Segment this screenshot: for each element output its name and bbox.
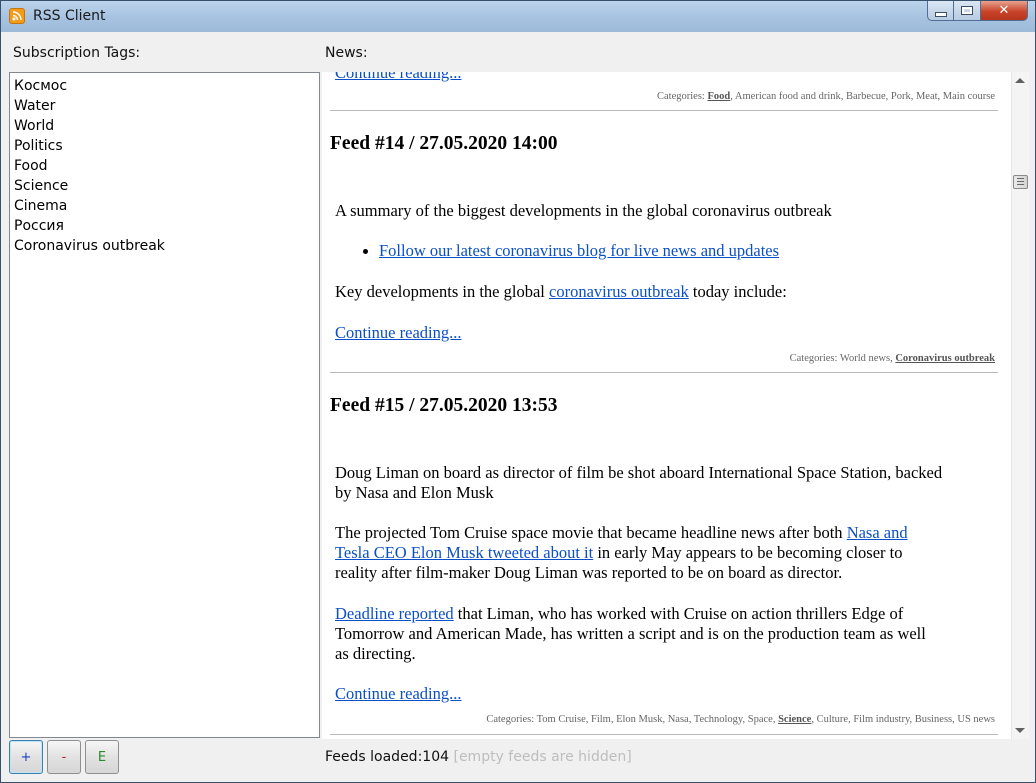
tag-item[interactable]: Россия — [14, 216, 315, 236]
feed-link[interactable]: Tesla CEO Elon Musk tweeted about it — [335, 543, 593, 562]
scrollbar-thumb[interactable] — [1013, 175, 1028, 189]
feeds-loaded-label: Feeds loaded: — [325, 749, 423, 765]
feed-title: Feed #15 / 27.05.2020 13:53 — [330, 395, 558, 416]
maximize-button[interactable] — [954, 1, 981, 21]
continue-reading-link[interactable]: Continue reading... — [335, 72, 461, 83]
categories-text: , Culture, Film industry, Business, US n… — [811, 714, 995, 725]
feed-text: by Nasa and Elon Musk — [335, 483, 494, 502]
feed-text: as directing. — [335, 644, 416, 663]
scroll-down-arrow-icon[interactable] — [1015, 728, 1025, 733]
feed-text: today include: — [692, 282, 787, 301]
categories-label: Categories: — [486, 714, 535, 725]
remove-label: - — [61, 749, 67, 765]
bullet-icon — [363, 247, 371, 255]
feed-categories: Categories: Tom Cruise, Film, Elon Musk,… — [486, 714, 995, 725]
status-bar: Feeds loaded:104 [empty feeds are hidden… — [325, 749, 632, 765]
category-tag[interactable]: Food — [707, 91, 730, 102]
feed-categories: Categories: World news, Coronavirus outb… — [790, 353, 995, 364]
close-icon: ✕ — [998, 3, 1010, 18]
feed-link[interactable]: Follow our latest coronavirus blog for l… — [379, 241, 779, 260]
tag-item[interactable]: World — [14, 116, 315, 136]
minimize-button[interactable] — [927, 1, 954, 21]
feed-separator — [330, 372, 998, 373]
continue-reading-link[interactable]: Continue reading... — [335, 323, 461, 342]
feeds-loaded-count: 104 — [422, 749, 450, 765]
add-label: + — [20, 749, 32, 765]
tag-item[interactable]: Politics — [14, 136, 315, 156]
rss-icon — [9, 8, 25, 24]
tag-item[interactable]: Water — [14, 96, 315, 116]
scroll-up-arrow-icon[interactable] — [1015, 78, 1025, 83]
feed-link[interactable]: Deadline reported — [335, 604, 454, 623]
empty-feeds-note: [empty feeds are hidden] — [453, 749, 632, 765]
tag-item[interactable]: Food — [14, 156, 315, 176]
feed-text: Key developments in the global — [335, 282, 545, 301]
feed-text: reality after film-maker Doug Liman was … — [335, 563, 843, 582]
feed-link[interactable]: Nasa and — [847, 523, 908, 542]
edit-tag-button[interactable]: E — [85, 740, 119, 774]
window-title: RSS Client — [33, 8, 106, 24]
subscription-tags-label: Subscription Tags: — [13, 45, 141, 61]
tag-item[interactable]: Cinema — [14, 196, 315, 216]
edit-label: E — [97, 749, 107, 765]
categories-text: American food and drink, Barbecue, Pork,… — [734, 91, 995, 102]
vertical-scrollbar[interactable] — [1011, 72, 1029, 739]
category-tag[interactable]: Coronavirus outbreak — [895, 353, 995, 364]
continue-reading-link[interactable]: Continue reading... — [335, 684, 461, 703]
feed-text: that Liman, who has worked with Cruise o… — [457, 604, 904, 623]
client-area: Subscription Tags: News: Космос Water Wo… — [8, 32, 1029, 777]
feed-text: Doug Liman on board as director of film … — [335, 463, 943, 482]
news-pane[interactable]: Continue reading... Categories: Food, Am… — [322, 72, 1029, 739]
news-label: News: — [325, 45, 368, 61]
feed-text: Tomorrow and American Made, has written … — [335, 624, 926, 643]
app-window: RSS Client ✕ Subscription Tags: News: Ко… — [0, 0, 1036, 783]
categories-label: Categories: — [789, 353, 838, 364]
categories-label: Categories: — [657, 91, 705, 102]
tag-item[interactable]: Coronavirus outbreak — [14, 236, 315, 256]
tag-item[interactable]: Science — [14, 176, 315, 196]
categories-text: Tom Cruise, Film, Elon Musk, Nasa, Techn… — [536, 714, 776, 725]
category-tag[interactable]: Science — [778, 714, 811, 725]
maximize-icon — [961, 6, 973, 15]
feed-link[interactable]: coronavirus outbreak — [549, 282, 689, 301]
news-content: Continue reading... Categories: Food, Am… — [330, 72, 998, 739]
add-tag-button[interactable]: + — [9, 740, 43, 774]
tags-list[interactable]: Космос Water World Politics Food Science… — [9, 72, 320, 738]
feed-separator — [330, 110, 998, 111]
categories-text: World news, — [839, 353, 893, 364]
remove-tag-button[interactable]: - — [47, 740, 81, 774]
close-button[interactable]: ✕ — [981, 1, 1028, 21]
tag-item[interactable]: Космос — [14, 76, 315, 96]
title-bar[interactable]: RSS Client ✕ — [1, 1, 1035, 32]
feed-title: Feed #14 / 27.05.2020 14:00 — [330, 133, 558, 154]
feed-separator — [330, 734, 998, 735]
feed-categories: Categories: Food, American food and drin… — [657, 91, 995, 102]
feed-text: in early May appears to be becoming clos… — [597, 543, 903, 562]
feed-summary: A summary of the biggest developments in… — [335, 201, 832, 220]
minimize-icon — [934, 11, 947, 17]
feed-text: The projected Tom Cruise space movie tha… — [335, 523, 843, 542]
